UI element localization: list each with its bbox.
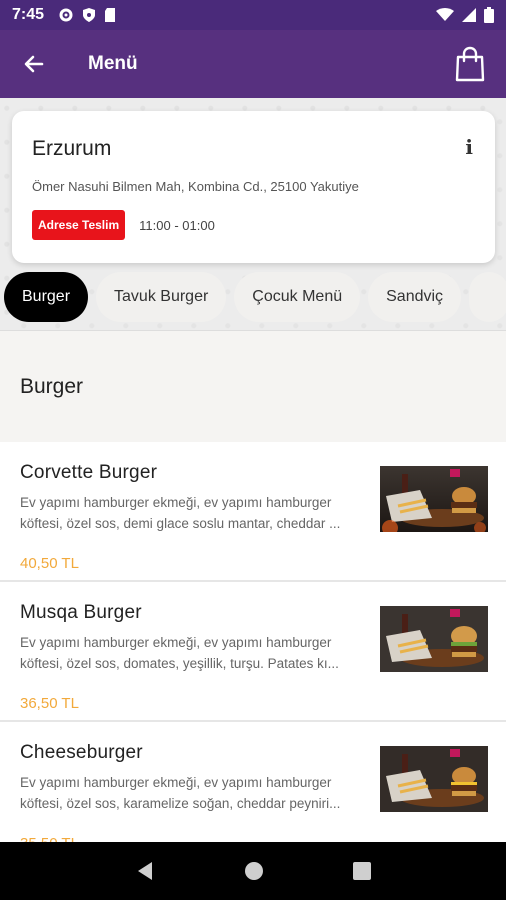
menu-item[interactable]: Musqa Burger Ev yapımı hamburger ekmeği,… (0, 582, 506, 722)
menu-item[interactable]: Corvette Burger Ev yapımı hamburger ekme… (0, 442, 506, 582)
store-card: Erzurum i Ömer Nasuhi Bilmen Mah, Kombin… (12, 111, 495, 263)
category-tabs: Burger Tavuk Burger Çocuk Menü Sandviç (0, 272, 506, 326)
signal-icon (462, 8, 476, 22)
store-hours: 11:00 - 01:00 (139, 217, 215, 233)
home-nav-icon[interactable] (243, 860, 265, 882)
section-header: Burger (0, 330, 506, 442)
page-title: Menü (88, 53, 138, 74)
status-bar: 7:45 (0, 0, 506, 30)
item-description: Ev yapımı hamburger ekmeği, ev yapımı ha… (20, 495, 341, 531)
delivery-badge: Adrese Teslim (32, 210, 126, 240)
recents-nav-icon[interactable] (352, 861, 372, 881)
back-nav-icon[interactable] (134, 860, 156, 882)
system-nav-bar (0, 842, 506, 900)
menu-item[interactable]: Cheeseburger Ev yapımı hamburger ekmeği,… (0, 722, 506, 862)
info-icon[interactable]: i (465, 135, 473, 159)
store-address: Ömer Nasuhi Bilmen Mah, Kombina Cd., 251… (32, 179, 359, 194)
tab-tavuk-burger[interactable]: Tavuk Burger (96, 272, 227, 322)
item-price: 40,50 TL (20, 555, 79, 572)
shield-icon (83, 8, 96, 22)
item-image (380, 466, 488, 532)
section-title: Burger (20, 374, 84, 398)
settings-icon (59, 8, 73, 22)
menu-list: Corvette Burger Ev yapımı hamburger ekme… (0, 442, 506, 862)
tab-next-partial[interactable] (469, 272, 506, 322)
store-name: Erzurum (32, 137, 112, 160)
arrow-left-icon (24, 55, 44, 73)
item-description: Ev yapımı hamburger ekmeği, ev yapımı ha… (20, 635, 339, 671)
item-description: Ev yapımı hamburger ekmeği, ev yapımı ha… (20, 775, 341, 811)
battery-icon (484, 7, 494, 23)
item-price: 36,50 TL (20, 695, 79, 712)
wifi-icon (436, 8, 454, 21)
tab-cocuk-menu[interactable]: Çocuk Menü (234, 272, 361, 322)
item-image (380, 606, 488, 672)
sd-card-icon (105, 8, 116, 22)
tab-burger[interactable]: Burger (4, 272, 89, 322)
back-button[interactable] (18, 48, 50, 80)
status-time: 7:45 (12, 6, 45, 23)
shopping-bag-icon (455, 46, 485, 82)
cart-button[interactable] (452, 44, 488, 84)
app-bar: Menü (0, 30, 506, 98)
tab-sandvic[interactable]: Sandviç (368, 272, 462, 322)
item-image (380, 746, 488, 812)
